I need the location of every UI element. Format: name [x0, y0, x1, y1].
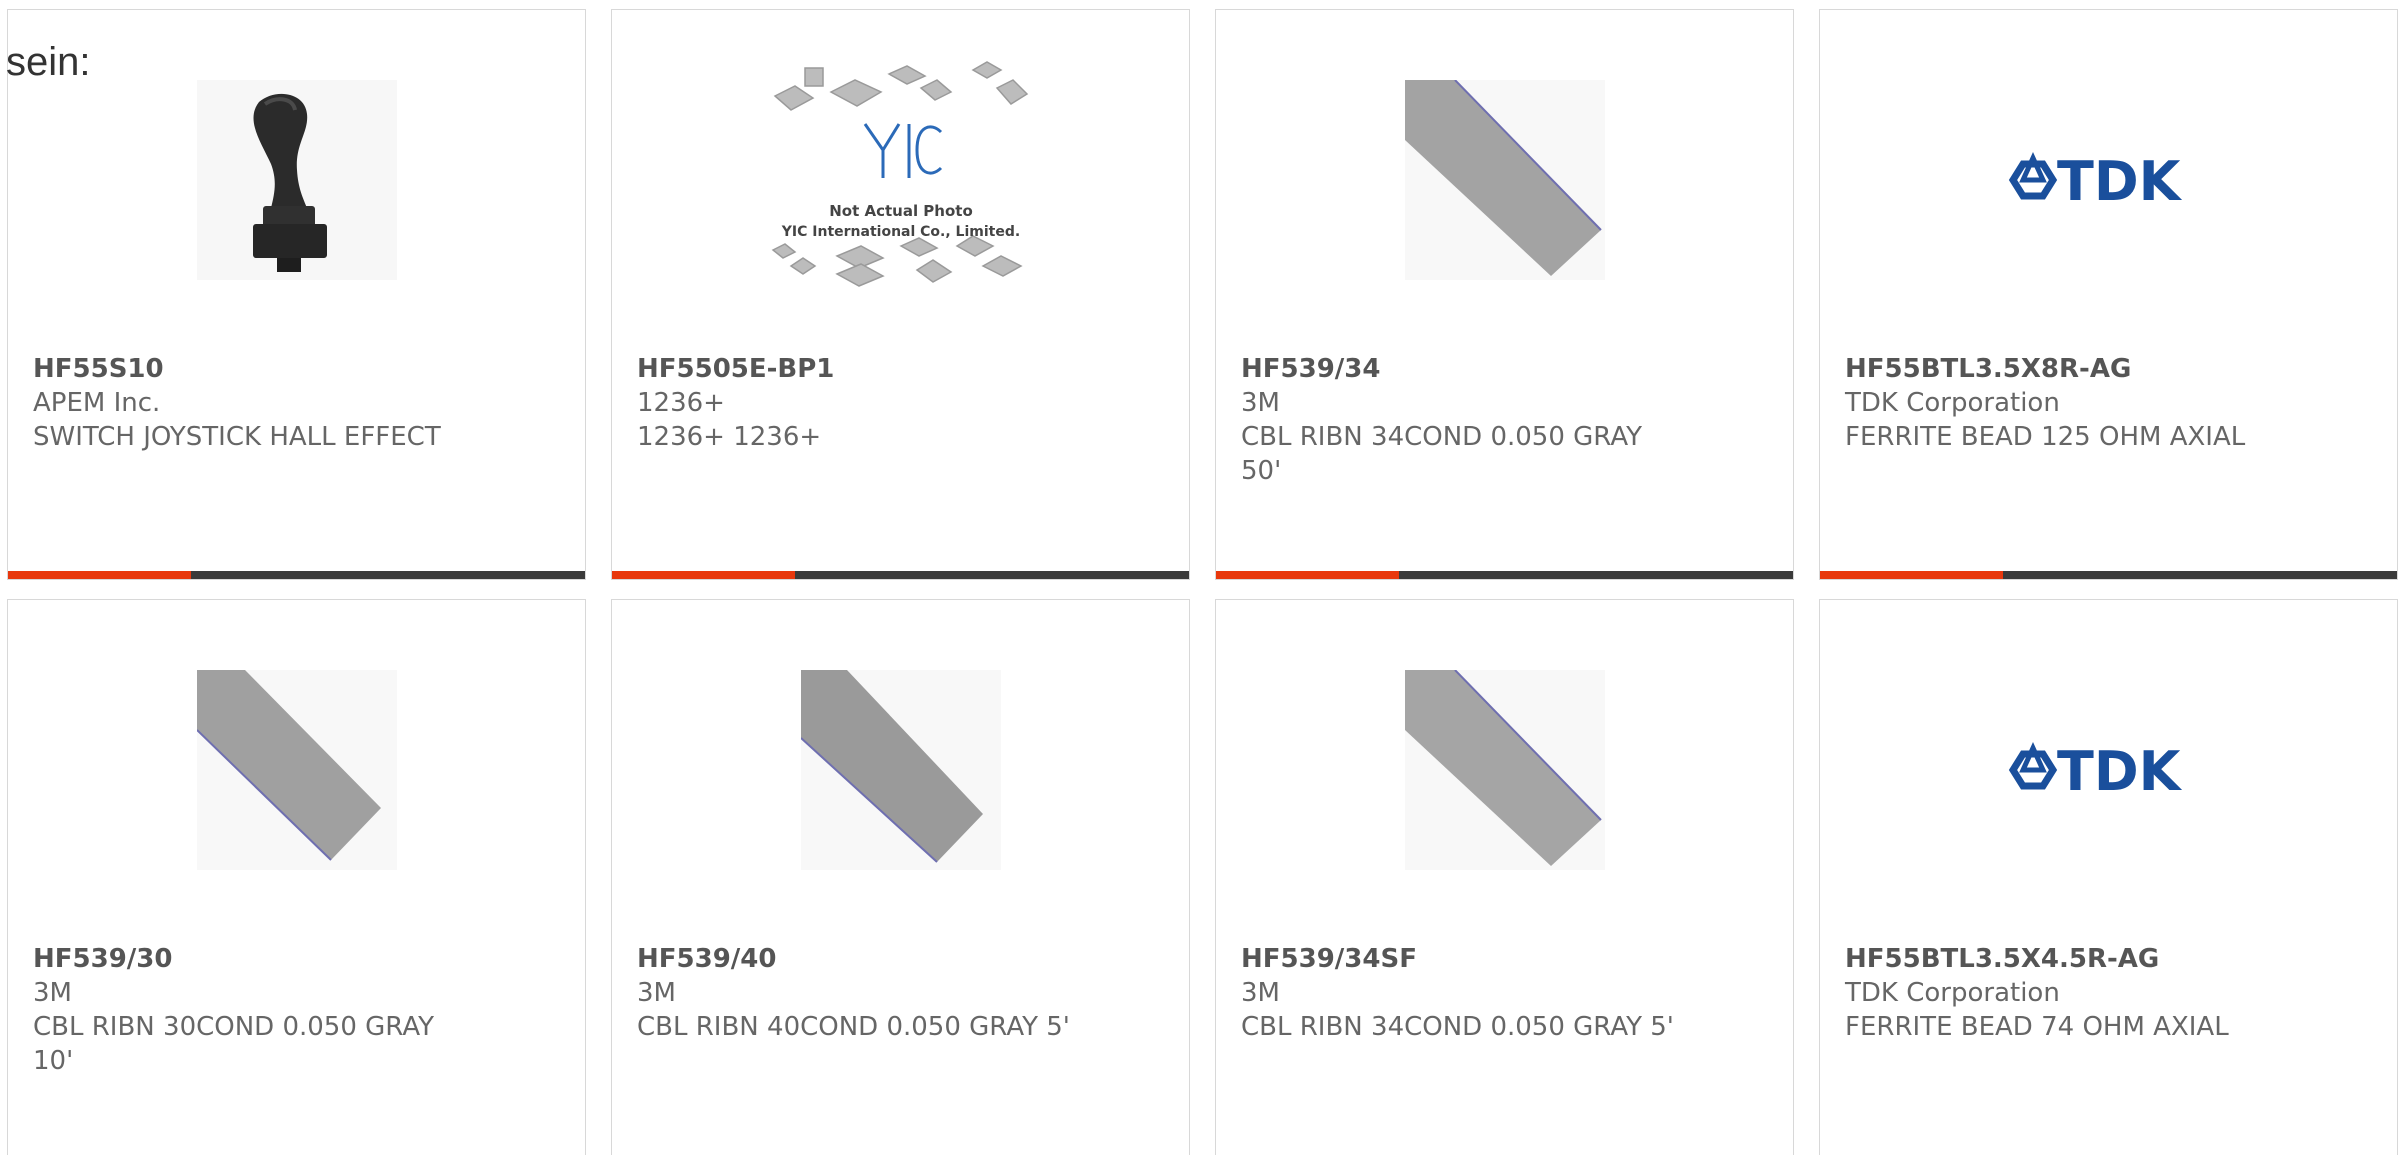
tdk-logo-text: TDK: [2057, 740, 2183, 803]
product-image[interactable]: Not Actual Photo YIC International Co., …: [612, 61, 1189, 287]
product-image[interactable]: TDK: [1820, 670, 2397, 870]
description: FERRITE BEAD 125 OHM AXIAL: [1845, 422, 2246, 452]
part-number[interactable]: HF5505E-BP1: [637, 352, 1169, 386]
card-bottom-bar: [612, 571, 1189, 579]
product-card[interactable]: HF539/40 3M CBL RIBN 40COND 0.050 GRAY 5…: [611, 599, 1190, 1155]
tdk-logo-text: TDK: [2057, 150, 2183, 213]
placeholder-line2: YIC International Co., Limited.: [780, 224, 1019, 240]
description: CBL RIBN 40COND 0.050 GRAY 5': [637, 1012, 1070, 1042]
description: CBL RIBN 30COND 0.050 GRAY 10': [33, 1012, 434, 1076]
intro-text: sein:: [6, 40, 91, 84]
manufacturer: TDK Corporation: [1845, 978, 2060, 1008]
product-card[interactable]: HF539/30 3M CBL RIBN 30COND 0.050 GRAY 1…: [7, 599, 586, 1155]
manufacturer: APEM Inc.: [33, 388, 161, 418]
card-accent-bar: [8, 571, 191, 579]
ribbon-cable-icon: [1404, 670, 1605, 870]
product-info: HF539/34SF 3M CBL RIBN 34COND 0.050 GRAY…: [1241, 942, 1773, 1044]
manufacturer: 3M: [637, 978, 676, 1008]
ribbon-cable-icon: [1404, 80, 1605, 280]
ribbon-cable-icon: [800, 670, 1001, 870]
placeholder-chips-icon: Not Actual Photo YIC International Co., …: [771, 61, 1028, 287]
product-card[interactable]: HF539/34 3M CBL RIBN 34COND 0.050 GRAY 5…: [1215, 9, 1794, 580]
part-number[interactable]: HF539/34: [1241, 352, 1773, 386]
product-info: HF539/30 3M CBL RIBN 30COND 0.050 GRAY 1…: [33, 942, 565, 1078]
part-number[interactable]: HF539/30: [33, 942, 565, 976]
product-image[interactable]: [1216, 670, 1793, 870]
ribbon-cable-icon: [196, 670, 397, 870]
manufacturer: TDK Corporation: [1845, 388, 2060, 418]
product-image[interactable]: [8, 80, 585, 280]
card-bottom-bar: [1216, 571, 1793, 579]
part-number[interactable]: HF55S10: [33, 352, 565, 386]
manufacturer: 3M: [33, 978, 72, 1008]
product-image[interactable]: [8, 670, 585, 870]
product-info: HF539/34 3M CBL RIBN 34COND 0.050 GRAY 5…: [1241, 352, 1773, 488]
product-card[interactable]: TDK HF55BTL3.5X4.5R-AG TDK Corporation F…: [1819, 599, 2398, 1155]
tdk-logo-icon: TDK: [2008, 150, 2183, 213]
part-number[interactable]: HF55BTL3.5X4.5R-AG: [1845, 942, 2377, 976]
product-card[interactable]: HF55S10 APEM Inc. SWITCH JOYSTICK HALL E…: [7, 9, 586, 580]
manufacturer: 1236+: [637, 388, 725, 418]
part-number[interactable]: HF539/34SF: [1241, 942, 1773, 976]
description: FERRITE BEAD 74 OHM AXIAL: [1845, 1012, 2229, 1042]
description: SWITCH JOYSTICK HALL EFFECT: [33, 422, 441, 452]
product-info: HF55BTL3.5X8R-AG TDK Corporation FERRITE…: [1845, 352, 2377, 454]
card-accent-bar: [1216, 571, 1399, 579]
product-card[interactable]: HF539/34SF 3M CBL RIBN 34COND 0.050 GRAY…: [1215, 599, 1794, 1155]
manufacturer: 3M: [1241, 978, 1280, 1008]
product-image[interactable]: [612, 670, 1189, 870]
description: CBL RIBN 34COND 0.050 GRAY 5': [1241, 1012, 1674, 1042]
tdk-logo-icon: TDK: [2008, 740, 2183, 803]
product-info: HF539/40 3M CBL RIBN 40COND 0.050 GRAY 5…: [637, 942, 1169, 1044]
card-accent-bar: [612, 571, 795, 579]
product-info: HF5505E-BP1 1236+ 1236+ 1236+: [637, 352, 1169, 454]
card-bottom-bar: [8, 571, 585, 579]
description: CBL RIBN 34COND 0.050 GRAY 50': [1241, 422, 1642, 486]
manufacturer: 3M: [1241, 388, 1280, 418]
part-number[interactable]: HF539/40: [637, 942, 1169, 976]
product-card[interactable]: Not Actual Photo YIC International Co., …: [611, 9, 1190, 580]
product-image[interactable]: [1216, 80, 1793, 280]
product-info: HF55BTL3.5X4.5R-AG TDK Corporation FERRI…: [1845, 942, 2377, 1044]
product-card[interactable]: TDK HF55BTL3.5X8R-AG TDK Corporation FER…: [1819, 9, 2398, 580]
card-bottom-bar: [1820, 571, 2397, 579]
card-accent-bar: [1820, 571, 2003, 579]
placeholder-line1: Not Actual Photo: [829, 202, 973, 220]
joystick-icon: [196, 80, 397, 280]
product-info: HF55S10 APEM Inc. SWITCH JOYSTICK HALL E…: [33, 352, 565, 454]
description: 1236+ 1236+: [637, 422, 822, 452]
product-grid-page: sein: HF55S10 APEM Inc. SWITCH JOYSTICK …: [0, 0, 2400, 1155]
product-image[interactable]: TDK: [1820, 80, 2397, 280]
part-number[interactable]: HF55BTL3.5X8R-AG: [1845, 352, 2377, 386]
